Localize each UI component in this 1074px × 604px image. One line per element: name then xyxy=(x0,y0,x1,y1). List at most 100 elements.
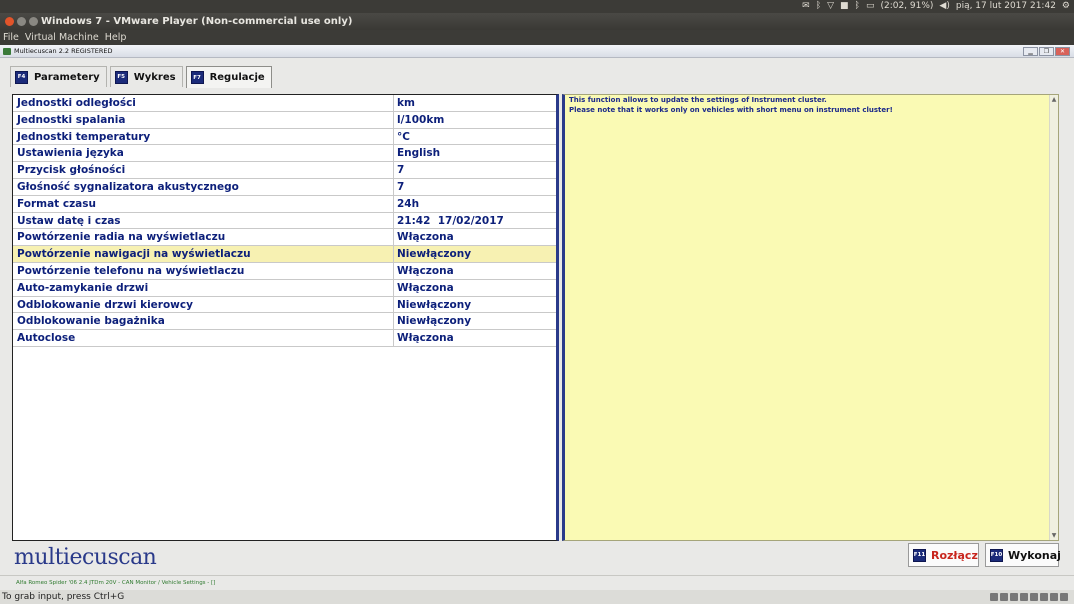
f11-key-icon: F11 xyxy=(913,548,926,562)
menu-help[interactable]: Help xyxy=(105,30,127,45)
setting-name: Ustawienia języka xyxy=(13,145,394,162)
table-row[interactable]: Auto-zamykanie drzwi Włączona xyxy=(13,279,556,297)
system-tray: ✉ ᛒ ▽ ■ ᛒ ▭ (2:02, 91%) ◀) pią, 17 lut 2… xyxy=(802,0,1070,13)
setting-value[interactable]: 7 xyxy=(394,162,556,178)
setting-name: Głośność sygnalizatora akustycznego xyxy=(13,178,394,195)
table-row[interactable]: Odblokowanie bagażnika Niewłączony xyxy=(13,313,556,331)
menu-file[interactable]: File xyxy=(3,30,19,45)
settings-gear-icon[interactable]: ⚙ xyxy=(1062,0,1070,13)
table-row[interactable]: Jednostki temperatury °C xyxy=(13,128,556,146)
f5-key-icon: F5 xyxy=(114,70,128,84)
setting-name: Jednostki odległości xyxy=(13,95,394,111)
f7-key-icon: F7 xyxy=(190,71,204,84)
network-icon[interactable] xyxy=(1010,593,1018,601)
setting-name: Przycisk głośności xyxy=(13,162,394,178)
scroll-up-icon[interactable]: ▲ xyxy=(1050,95,1058,104)
setting-value[interactable]: Włączona xyxy=(394,280,556,296)
cdrom-icon[interactable] xyxy=(1000,593,1008,601)
setting-value[interactable]: °C xyxy=(394,129,556,145)
setting-value[interactable]: Niewłączony xyxy=(394,313,556,329)
table-row[interactable]: Jednostki spalania l/100km xyxy=(13,111,556,129)
app-restore-icon[interactable]: ❐ xyxy=(1039,47,1054,56)
setting-value[interactable]: km xyxy=(394,95,556,111)
table-row[interactable]: Autoclose Włączona xyxy=(13,330,556,347)
app-window-controls: ▁ ❐ ✕ xyxy=(1023,47,1070,56)
battery-status[interactable]: (2:02, 91%) xyxy=(880,0,933,13)
volume-icon[interactable]: ◀) xyxy=(939,0,949,13)
setting-value[interactable]: l/100km xyxy=(394,112,556,128)
tab-label: Wykres xyxy=(133,71,176,83)
app-close-icon[interactable]: ✕ xyxy=(1055,47,1070,56)
usb-icon[interactable] xyxy=(1020,593,1028,601)
mail-icon[interactable]: ✉ xyxy=(802,0,810,13)
os-top-panel: ✉ ᛒ ▽ ■ ᛒ ▭ (2:02, 91%) ◀) pią, 17 lut 2… xyxy=(0,0,1074,13)
setting-name: Format czasu xyxy=(13,195,394,212)
vm-window-titlebar: Windows 7 - VMware Player (Non-commercia… xyxy=(0,13,1074,30)
setting-name: Auto-zamykanie drzwi xyxy=(13,279,394,296)
setting-name: Ustaw datę i czas xyxy=(13,212,394,229)
table-row[interactable]: Powtórzenie radia na wyświetlaczu Włączon… xyxy=(13,229,556,247)
battery-icon[interactable]: ▭ xyxy=(866,0,875,13)
tab-wykres[interactable]: F5 Wykres xyxy=(109,66,183,87)
setting-value[interactable]: Niewłączony xyxy=(394,246,556,262)
hdd-icon[interactable] xyxy=(990,593,998,601)
setting-value[interactable]: English xyxy=(394,145,556,161)
table-row[interactable]: Format czasu 24h xyxy=(13,195,556,213)
clock[interactable]: pią, 17 lut 2017 21:42 xyxy=(956,0,1056,13)
multiecuscan-logo: multiecuscan xyxy=(14,545,157,570)
maximize-icon[interactable] xyxy=(29,17,38,26)
bluetooth-icon[interactable]: ᛒ xyxy=(816,0,821,13)
vm-window-title: Windows 7 - VMware Player (Non-commercia… xyxy=(41,16,353,27)
setting-name: Powtórzenie nawigacji na wyświetlaczu xyxy=(13,246,394,262)
setting-value[interactable]: 21:42 17/02/2017 xyxy=(394,213,556,229)
setting-name: Odblokowanie drzwi kierowcy xyxy=(13,296,394,313)
close-icon[interactable] xyxy=(5,17,14,26)
vm-menubar: File Virtual Machine Help xyxy=(0,30,1074,45)
tab-label: Parametery xyxy=(34,71,100,83)
tab-regulacje[interactable]: F7 Regulacje xyxy=(185,66,272,88)
setting-name: Powtórzenie telefonu na wyświetlaczu xyxy=(13,262,394,279)
execute-label: Wykonaj xyxy=(1008,548,1061,562)
setting-value[interactable]: Włączona xyxy=(394,330,556,346)
sound-icon[interactable] xyxy=(1030,593,1038,601)
bluetooth-icon-2[interactable]: ᛒ xyxy=(855,0,860,13)
table-row[interactable]: Jednostki odległości km xyxy=(13,95,556,112)
setting-value[interactable]: Włączona xyxy=(394,229,556,245)
setting-name: Odblokowanie bagażnika xyxy=(13,313,394,330)
vm-status-bar: To grab input, press Ctrl+G xyxy=(0,590,1074,604)
menu-virtual-machine[interactable]: Virtual Machine xyxy=(25,30,99,45)
info-scrollbar[interactable]: ▲ ▼ xyxy=(1049,95,1058,540)
setting-value[interactable]: 7 xyxy=(394,179,556,195)
tab-label: Regulacje xyxy=(209,72,265,83)
setting-value[interactable]: 24h xyxy=(394,196,556,212)
disconnect-button[interactable]: F11 Rozłącz xyxy=(908,543,979,567)
app-logo-icon xyxy=(3,48,11,55)
table-row[interactable]: Głośność sygnalizatora akustycznego 7 xyxy=(13,178,556,196)
disconnect-label: Rozłącz xyxy=(931,548,978,562)
table-row[interactable]: Przycisk głośności 7 xyxy=(13,162,556,179)
tab-parametery[interactable]: F4 Parametery xyxy=(10,66,107,87)
f10-key-icon: F10 xyxy=(990,548,1003,562)
table-row[interactable]: Powtórzenie nawigacji na wyświetlaczu Nie… xyxy=(13,246,556,263)
multiecuscan-window: Multiecuscan 2.2 REGISTERED ▁ ❐ ✕ F4 Par… xyxy=(0,45,1074,590)
table-row[interactable]: Ustaw datę i czas 21:42 17/02/2017 xyxy=(13,212,556,230)
table-row[interactable]: Ustawienia języka English xyxy=(13,145,556,163)
table-row[interactable]: Powtórzenie telefonu na wyświetlaczu Włąc… xyxy=(13,262,556,280)
execute-button[interactable]: F10 Wykonaj xyxy=(985,543,1061,567)
f4-key-icon: F4 xyxy=(15,70,28,84)
scroll-down-icon[interactable]: ▼ xyxy=(1050,531,1058,540)
info-line-2: Please note that it works only on vehicl… xyxy=(569,105,893,114)
table-row[interactable]: Odblokowanie drzwi kierowcy Niewłączony xyxy=(13,296,556,314)
app-titlebar: Multiecuscan 2.2 REGISTERED ▁ ❐ ✕ xyxy=(0,45,1074,58)
app-minimize-icon[interactable]: ▁ xyxy=(1023,47,1038,56)
message-icon[interactable] xyxy=(1060,593,1068,601)
setting-value[interactable]: Włączona xyxy=(394,263,556,279)
screen: ✉ ᛒ ▽ ■ ᛒ ▭ (2:02, 91%) ◀) pią, 17 lut 2… xyxy=(0,0,1074,604)
setting-name: Powtórzenie radia na wyświetlaczu xyxy=(13,229,394,246)
display-icon[interactable] xyxy=(1050,593,1058,601)
wifi-icon[interactable]: ▽ xyxy=(827,0,834,13)
printer-icon[interactable] xyxy=(1040,593,1048,601)
minimize-icon[interactable] xyxy=(17,17,26,26)
setting-value[interactable]: Niewłączony xyxy=(394,297,556,313)
keyboard-layout-icon[interactable]: ■ xyxy=(840,0,849,13)
